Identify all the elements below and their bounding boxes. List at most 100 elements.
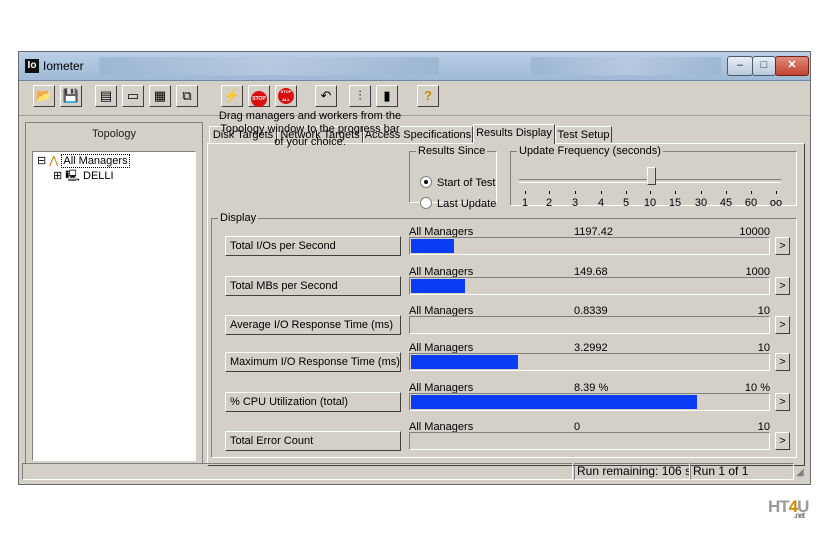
save-icon[interactable]: 💾 <box>60 85 82 107</box>
new-manager-icon[interactable]: ▭ <box>122 85 144 107</box>
copy-worker-icon[interactable]: ⧉ <box>176 85 198 107</box>
progress-bar[interactable] <box>409 353 770 371</box>
metric-more-button[interactable]: > <box>775 316 790 334</box>
progress-bar-fill <box>411 239 454 253</box>
status-run-count: Run 1 of 1 <box>690 463 794 480</box>
display-legend: Display <box>220 212 257 224</box>
blurred-taskbar-detail <box>531 57 721 75</box>
metric-more-button[interactable]: > <box>775 353 790 371</box>
maximize-button[interactable]: □ <box>752 56 776 76</box>
start-icon[interactable]: ⚡ <box>221 85 243 107</box>
tree-item-label: All Managers <box>61 154 130 168</box>
frequency-tick <box>776 191 777 194</box>
topology-tree[interactable]: ⊟ ⋀ All Managers ⊞ 🖳 DELLI <box>32 151 196 461</box>
watermark-logo: HT4U .net <box>768 497 809 520</box>
metric-select-button[interactable]: % CPU Utilization (total) <box>225 392 401 412</box>
metric-select-button[interactable]: Total Error Count <box>225 431 401 451</box>
progress-bar-fill <box>411 279 465 293</box>
frequency-label[interactable]: 3 <box>572 197 578 209</box>
stop-sign-icon: STOP <box>251 91 267 107</box>
app-icon: Io <box>25 59 39 73</box>
window-title: Iometer <box>43 59 84 73</box>
progress-bar[interactable] <box>409 432 770 450</box>
title-bar[interactable]: Io Iometer – □ ✕ <box>19 52 810 81</box>
metric-select-button[interactable]: Maximum I/O Response Time (ms) <box>225 352 401 372</box>
progress-bar[interactable] <box>409 277 770 295</box>
metric-select-button[interactable]: Average I/O Response Time (ms) <box>225 315 401 335</box>
progress-bar-fill <box>411 355 518 369</box>
metric-more-button[interactable]: > <box>775 432 790 450</box>
logo-text: HT <box>768 497 790 516</box>
about-icon[interactable]: ? <box>417 85 439 107</box>
metric-more-button[interactable]: > <box>775 277 790 295</box>
tree-item-delli[interactable]: ⊞ 🖳 DELLI <box>53 167 114 186</box>
reset-workers-icon[interactable]: ↶ <box>315 85 337 107</box>
update-frequency-legend: Update Frequency (seconds) <box>519 145 661 157</box>
progress-bar[interactable] <box>409 393 770 411</box>
status-message <box>22 463 573 480</box>
new-worker-icon[interactable]: ▦ <box>149 85 171 107</box>
status-bar: Run remaining: 106 se Run 1 of 1 ◢ <box>22 463 805 481</box>
blurred-title-detail <box>99 57 439 75</box>
tree-item-label: DELLI <box>83 170 114 182</box>
frequency-label[interactable]: 1 <box>522 197 528 209</box>
exit-all-icon[interactable]: ▮ <box>376 85 398 107</box>
frequency-tick <box>626 191 627 194</box>
progress-bar-fill <box>411 395 697 409</box>
tab-results-display[interactable]: Results Display <box>473 124 555 144</box>
frequency-tick <box>525 191 526 194</box>
resize-grip-icon[interactable]: ◢ <box>796 467 808 479</box>
progress-bar[interactable] <box>409 316 770 334</box>
frequency-tick <box>549 191 550 194</box>
minimize-button[interactable]: – <box>727 56 753 76</box>
topology-panel: Topology ⊟ ⋀ All Managers ⊞ 🖳 DELLI <box>25 122 203 464</box>
radio-last-update[interactable]: Last Update <box>420 197 496 210</box>
results-since-legend: Results Since <box>418 145 486 157</box>
frequency-tick <box>701 191 702 194</box>
status-run-remaining: Run remaining: 106 se <box>574 463 690 480</box>
display-results-icon[interactable]: ▤ <box>95 85 117 107</box>
metric-more-button[interactable]: > <box>775 393 790 411</box>
frequency-tick <box>751 191 752 194</box>
radio-selected-icon <box>420 176 432 188</box>
frequency-label[interactable]: 15 <box>669 197 681 209</box>
frequency-label[interactable]: 10 <box>644 197 656 209</box>
frequency-tick <box>601 191 602 194</box>
progress-bar[interactable] <box>409 237 770 255</box>
radio-unselected-icon <box>420 197 432 209</box>
drag-instructions: Drag managers and workers from the Topol… <box>218 110 402 148</box>
radio-label: Start of Test <box>437 177 496 189</box>
metric-select-button[interactable]: Total MBs per Second <box>225 276 401 296</box>
frequency-label[interactable]: 5 <box>623 197 629 209</box>
frequency-label[interactable]: 4 <box>598 197 604 209</box>
frequency-label[interactable]: 2 <box>546 197 552 209</box>
open-folder-icon[interactable]: 📂 <box>33 85 55 107</box>
frequency-slider-thumb[interactable] <box>647 167 656 185</box>
stop-all-icon[interactable]: STOP ALL <box>275 85 297 107</box>
metric-select-button[interactable]: Total I/Os per Second <box>225 236 401 256</box>
close-button[interactable]: ✕ <box>775 56 809 76</box>
update-frequency-group: Update Frequency (seconds) 1 2 3 4 5 10 15 30 45… <box>510 145 797 209</box>
stop-all-sign-icon: STOP ALL <box>278 88 294 104</box>
frequency-tick <box>650 191 651 194</box>
frequency-tick <box>726 191 727 194</box>
collapse-icon[interactable]: ⊟ <box>37 155 46 167</box>
stop-icon[interactable]: STOP <box>248 85 270 107</box>
tree-item-all-managers[interactable]: ⊟ ⋀ All Managers <box>37 154 130 168</box>
exit-manager-icon[interactable]: ⫶ <box>349 85 371 107</box>
expand-icon[interactable]: ⊞ <box>53 170 62 182</box>
computer-icon: 🖳 <box>65 170 80 182</box>
logo-net: .net <box>794 511 805 520</box>
metric-more-button[interactable]: > <box>775 237 790 255</box>
toolbar: 📂 💾 ▤ ▭ ▦ ⧉ ⚡ STOP STOP ALL ↶ ⫶ ▮ ? <box>19 81 810 116</box>
tab-test-setup[interactable]: Test Setup <box>555 126 612 143</box>
results-since-group: Results Since Start of Test Last Update <box>409 145 497 210</box>
frequency-label[interactable]: oo <box>770 197 782 209</box>
managers-icon: ⋀ <box>49 155 59 167</box>
frequency-tick <box>575 191 576 194</box>
frequency-label[interactable]: 60 <box>745 197 757 209</box>
frequency-label[interactable]: 45 <box>720 197 732 209</box>
radio-start-of-test[interactable]: Start of Test <box>420 176 496 189</box>
frequency-label[interactable]: 30 <box>695 197 707 209</box>
radio-label: Last Update <box>437 198 497 210</box>
